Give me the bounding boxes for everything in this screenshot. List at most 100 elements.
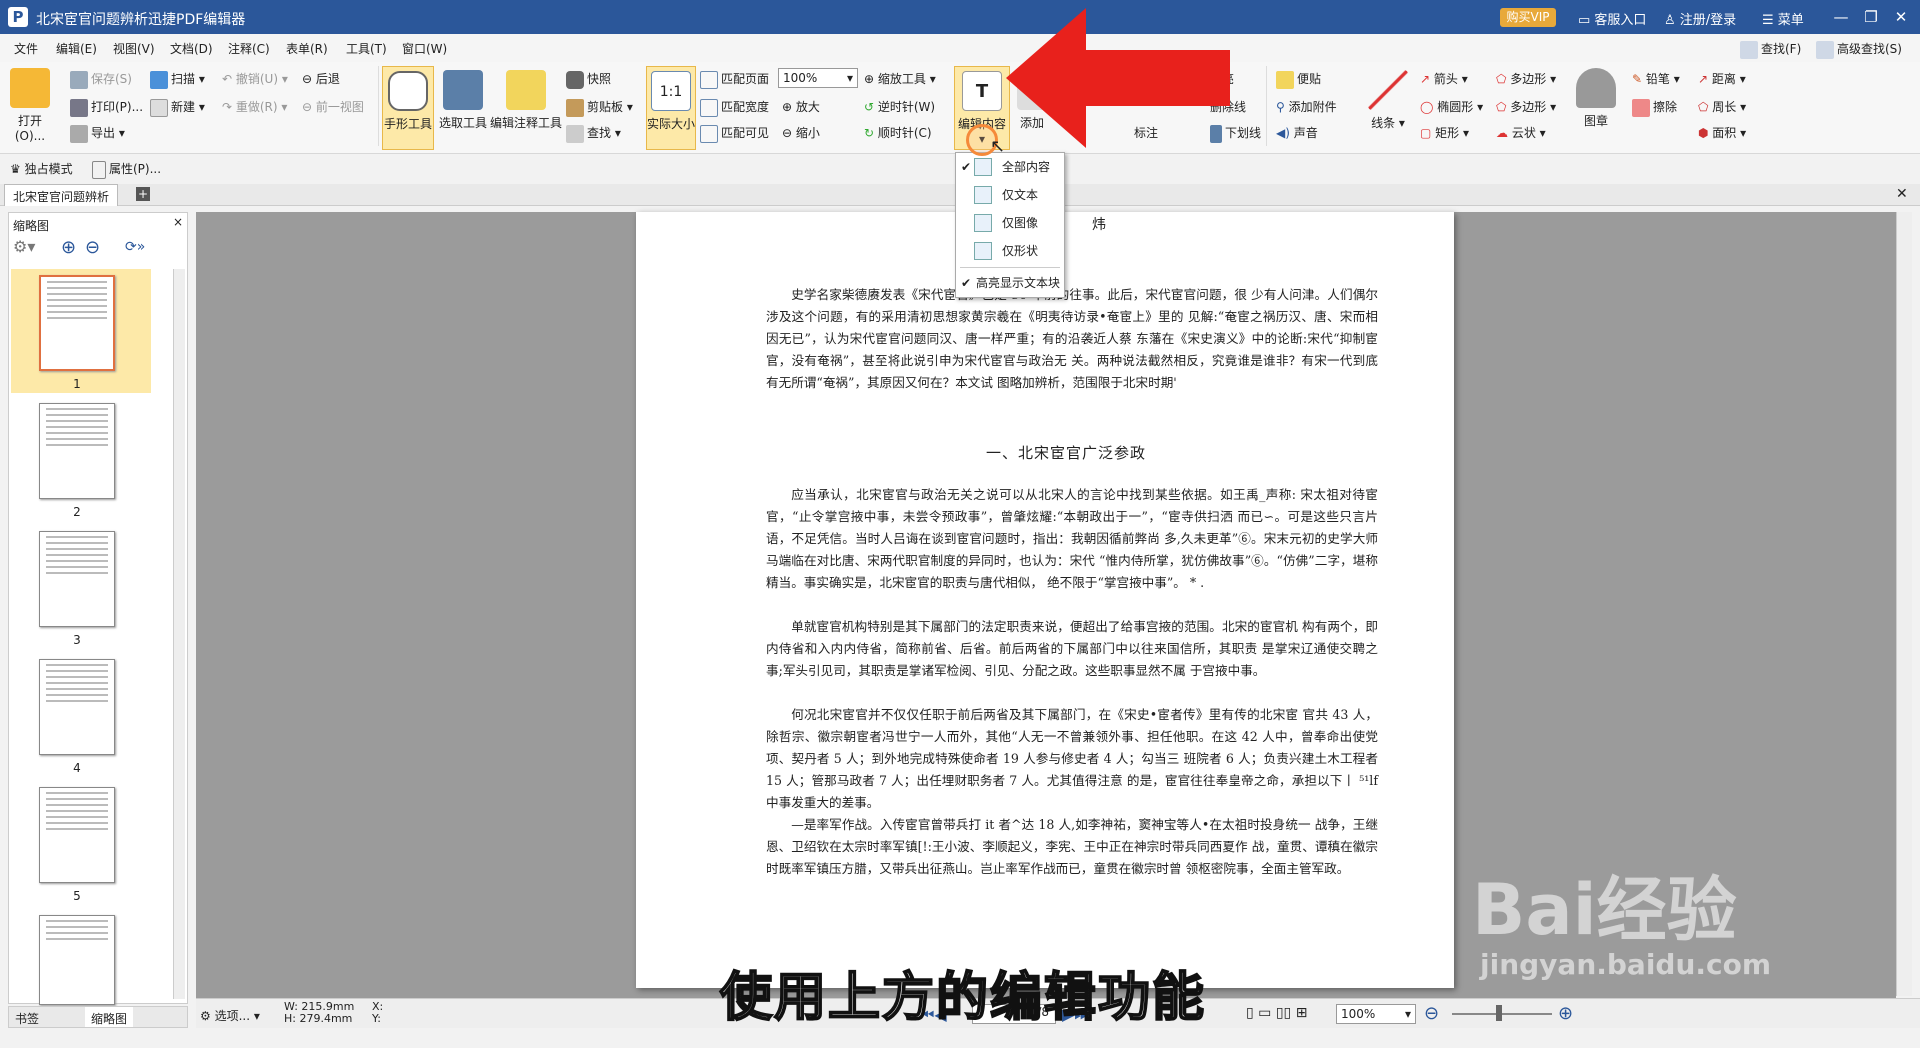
checkmark-icon: ✔: [961, 276, 972, 290]
perimeter-tool[interactable]: ⬠ 周长 ▾: [1698, 98, 1746, 115]
zoom-tool-button[interactable]: ⊕ 缩放工具 ▾: [864, 70, 936, 87]
menu-file[interactable]: 文件: [14, 40, 38, 57]
sticky-note-tool[interactable]: 便贴: [1276, 70, 1321, 89]
snapshot-button[interactable]: 快照: [566, 70, 611, 89]
status-zoom-out-button[interactable]: ⊖: [1424, 1003, 1439, 1024]
menu-item-text-only[interactable]: 仅文本: [956, 183, 1064, 207]
menu-form[interactable]: 表单(R): [286, 40, 328, 57]
page-thumbnail-4[interactable]: [39, 659, 115, 755]
page-thumbnail-6[interactable]: [39, 915, 115, 1005]
menu-item-image-only[interactable]: 仅图像: [956, 211, 1064, 235]
open-button[interactable]: 打开(O)...: [6, 68, 54, 143]
fit-page-button[interactable]: 匹配页面: [700, 70, 769, 89]
menu-item-all-content[interactable]: ✔ 全部内容: [956, 155, 1064, 179]
menu-window[interactable]: 窗口(W): [402, 40, 447, 57]
paragraph: 何况北宋宦官并不仅仅任职于前后两省及其下属部门，在《宋史•宦者传》里有传的北宋宦…: [766, 707, 1378, 810]
polygon-tool[interactable]: ⬠ 多边形 ▾: [1496, 70, 1556, 87]
menu-edit[interactable]: 编辑(E): [56, 40, 97, 57]
new-tab-button[interactable]: +: [136, 187, 150, 201]
scan-button[interactable]: 扫描 ▾: [150, 70, 205, 89]
properties-button[interactable]: 属性(P)...: [92, 160, 161, 179]
menu-button[interactable]: ☰ 菜单: [1762, 9, 1804, 28]
distance-tool[interactable]: ↗ 距离 ▾: [1698, 70, 1746, 87]
edit-annotation-tool-button[interactable]: 编辑注释工具: [490, 70, 562, 131]
attach-file-tool[interactable]: ⚲ 添加附件: [1276, 98, 1337, 115]
video-subtitle: 使用上方的编辑功能: [719, 967, 1207, 1029]
find-button[interactable]: 查找(F): [1740, 40, 1801, 59]
page-layout-buttons[interactable]: ▯ ▭ ▯▯ ⊞: [1246, 1005, 1307, 1021]
advanced-find-button[interactable]: 高级查找(S): [1816, 40, 1902, 59]
fit-width-button[interactable]: 匹配宽度: [700, 98, 769, 117]
fit-visible-button[interactable]: 匹配可见: [700, 124, 769, 143]
document-scrollbar[interactable]: [1896, 212, 1912, 996]
options-button[interactable]: ⚙ 选项... ▾: [200, 1007, 260, 1024]
login-button[interactable]: ♙ 注册/登录: [1664, 9, 1736, 28]
zoom-select[interactable]: 100% ▾: [778, 68, 858, 88]
zoom-in-button[interactable]: ⊕ 放大: [782, 98, 820, 115]
page-thumbnail-5[interactable]: [39, 787, 115, 883]
buy-vip-button[interactable]: 购买VIP: [1500, 8, 1556, 27]
clipboard-button[interactable]: 剪贴板 ▾: [566, 98, 633, 117]
menu-item-highlight-text-blocks[interactable]: ✔ 高亮显示文本块: [956, 271, 1064, 295]
paperclip-icon: ⚲: [1276, 100, 1289, 114]
menu-tools[interactable]: 工具(T): [346, 40, 387, 57]
select-tool-button[interactable]: 选取工具: [436, 70, 490, 131]
sound-tool[interactable]: ◀) 声音: [1276, 124, 1318, 141]
pdf-page[interactable]: 炜 史学名家柴德赓发表《宋代宦官》已是 50 年前的往事。此后，宋代宦官问题，很…: [636, 212, 1454, 988]
close-panel-button[interactable]: ×: [173, 215, 183, 229]
previous-view-button[interactable]: ⊖ 前一视图: [302, 98, 364, 115]
rotate-ccw-icon: ↺: [864, 100, 878, 114]
exclusive-mode-button[interactable]: ♛ 独占模式: [10, 160, 73, 177]
polyline-tool[interactable]: ⬠ 多边形 ▾: [1496, 98, 1556, 115]
pencil-tool[interactable]: ✎ 铅笔 ▾: [1632, 70, 1680, 87]
page-thumbnail-2[interactable]: [39, 403, 115, 499]
menu-comment[interactable]: 注释(C): [228, 40, 270, 57]
eraser-tool[interactable]: 擦除: [1632, 98, 1677, 117]
cloud-tool[interactable]: ☁ 云状 ▾: [1496, 124, 1546, 141]
close-tab-button[interactable]: ✕: [1896, 186, 1908, 202]
options-gear-icon[interactable]: ⚙▾: [13, 237, 35, 256]
export-button[interactable]: 导出 ▾: [70, 124, 125, 143]
stamp-tool[interactable]: 图章: [1572, 68, 1620, 129]
document-tab[interactable]: 北宋宦官问题辨析: [4, 184, 119, 206]
zoom-in-icon: ⊕: [782, 100, 796, 114]
find-tool-button[interactable]: 查找 ▾: [566, 124, 621, 143]
new-button[interactable]: 新建 ▾: [150, 98, 205, 117]
zoom-slider[interactable]: [1452, 1013, 1552, 1015]
zoom-slider-handle[interactable]: [1496, 1005, 1502, 1021]
menu-document[interactable]: 文档(D): [170, 40, 213, 57]
tab-bookmarks[interactable]: 书签: [15, 1010, 39, 1027]
print-button[interactable]: 打印(P)...: [70, 98, 143, 117]
maximize-button[interactable]: ❐: [1856, 5, 1886, 29]
actual-size-button[interactable]: 1:1 实际大小: [646, 66, 696, 150]
close-button[interactable]: ✕: [1886, 5, 1916, 29]
hand-tool-button[interactable]: 手形工具: [382, 66, 434, 150]
menu-view[interactable]: 视图(V): [113, 40, 155, 57]
thumbnail-scrollbar[interactable]: [173, 269, 185, 999]
tab-thumbnails[interactable]: 缩略图: [85, 1007, 134, 1027]
page-thumbnail-3[interactable]: [39, 531, 115, 627]
status-zoom-in-button[interactable]: ⊕: [1558, 1003, 1573, 1024]
rotate-ccw-button[interactable]: ↺ 逆时针(W): [864, 98, 935, 115]
status-zoom-select[interactable]: 100% ▾: [1336, 1004, 1416, 1024]
rotate-thumbnail-button[interactable]: ⟳»: [125, 239, 145, 255]
ellipse-tool[interactable]: ◯ 椭圆形 ▾: [1420, 98, 1483, 115]
menu-item-shape-only[interactable]: 仅形状: [956, 239, 1064, 263]
zoom-out-button[interactable]: ⊖ 缩小: [782, 124, 820, 141]
shrink-thumbnail-button[interactable]: ⊖: [85, 237, 100, 258]
chat-icon: ▭: [1578, 13, 1595, 28]
save-button[interactable]: 保存(S): [70, 70, 132, 89]
customer-service-button[interactable]: ▭ 客服入口: [1578, 9, 1646, 28]
back-button[interactable]: ⊖ 后退: [302, 70, 340, 87]
enlarge-thumbnail-button[interactable]: ⊕: [61, 237, 76, 258]
minimize-button[interactable]: —: [1826, 5, 1856, 29]
page-thumbnail-1[interactable]: [39, 275, 115, 371]
redo-button[interactable]: ↷ 重做(R) ▾: [222, 98, 287, 115]
crown-icon: ♛: [10, 162, 25, 176]
arrow-tool[interactable]: ↗ 箭头 ▾: [1420, 70, 1468, 87]
line-tool[interactable]: 线条 ▾: [1364, 70, 1412, 131]
area-tool[interactable]: ⬢ 面积 ▾: [1698, 124, 1746, 141]
undo-button[interactable]: ↶ 撤销(U) ▾: [222, 70, 288, 87]
rectangle-tool[interactable]: ▢ 矩形 ▾: [1420, 124, 1469, 141]
rotate-cw-button[interactable]: ↻ 顺时针(C): [864, 124, 932, 141]
